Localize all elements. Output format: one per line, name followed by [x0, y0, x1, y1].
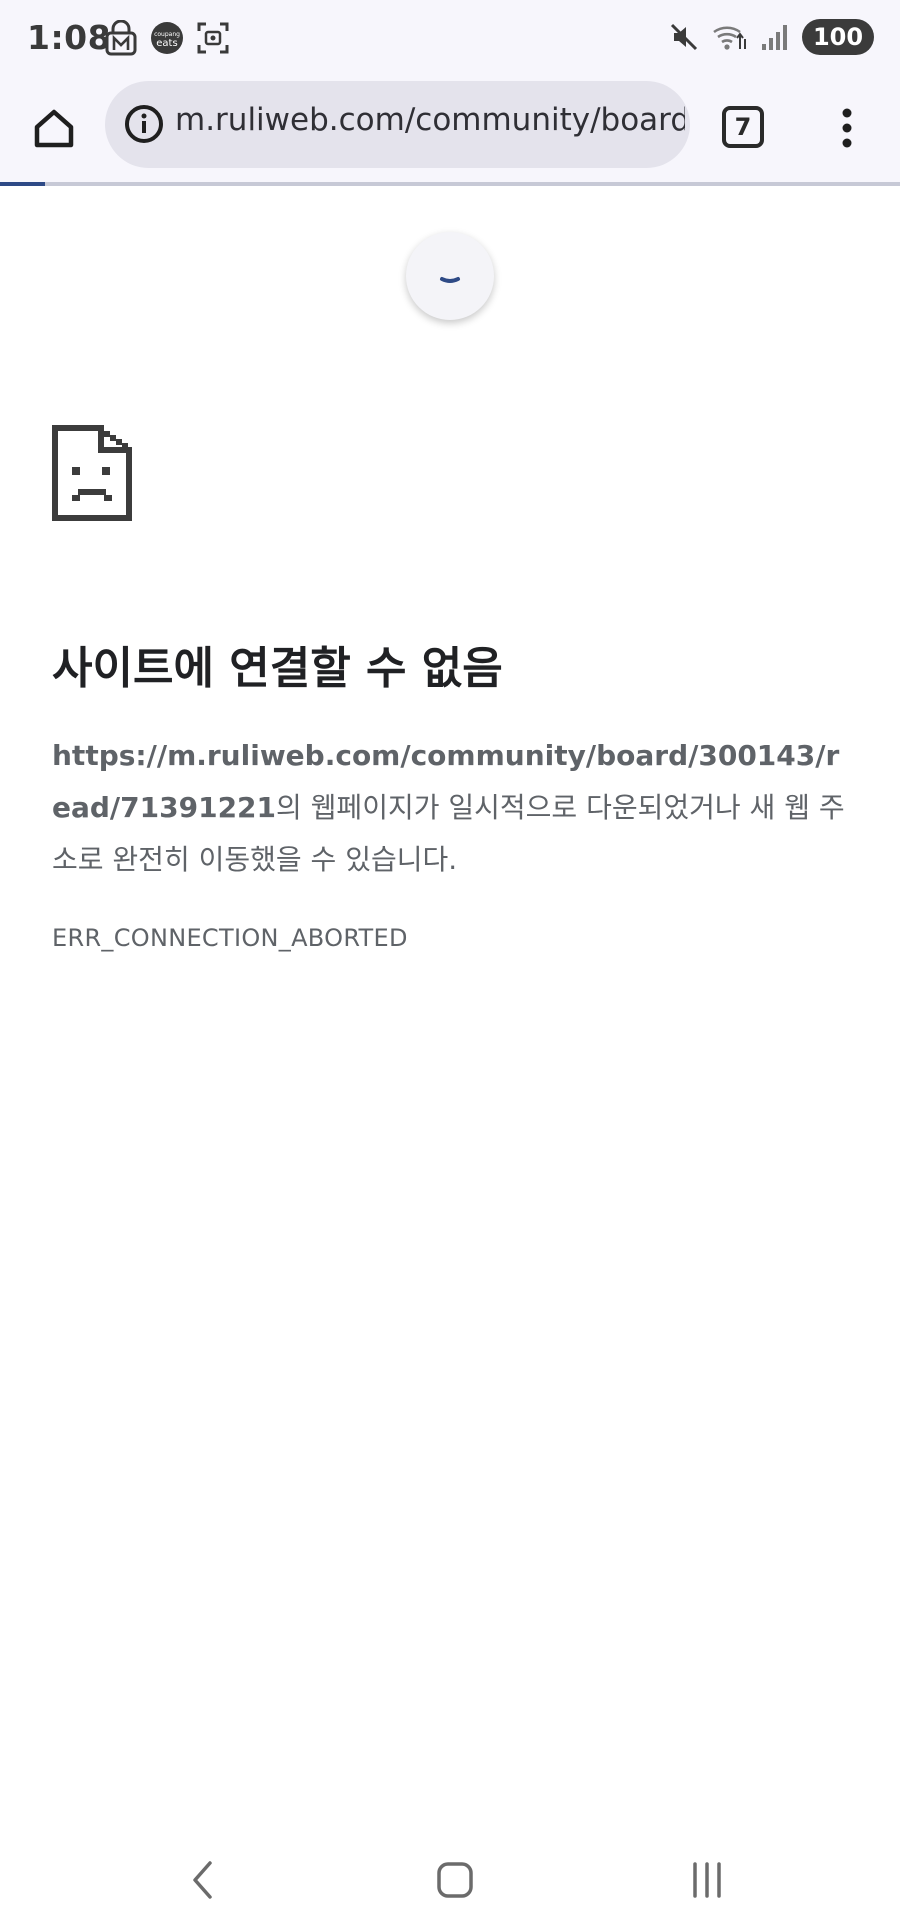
tab-count: 7	[722, 106, 764, 148]
wifi-icon	[713, 26, 746, 50]
status-bar: 1:08 coupang eats 100	[0, 0, 900, 78]
system-navigation-bar	[0, 1830, 900, 1930]
error-description: https://m.ruliweb.com/community/board/30…	[52, 730, 852, 886]
back-button[interactable]	[168, 1852, 238, 1908]
page-load-progress	[0, 182, 900, 186]
signal-icon	[762, 25, 787, 50]
coupang-eats-icon: coupang eats	[151, 22, 183, 54]
back-icon	[193, 1861, 212, 1899]
battery-indicator: 100	[802, 19, 874, 55]
screen: 1:08 coupang eats 100 m.ruliweb.com/comm…	[0, 0, 900, 1930]
error-title: 사이트에 연결할 수 없음	[52, 643, 503, 694]
svg-text:eats: eats	[156, 38, 177, 49]
home-square-icon	[437, 1862, 473, 1898]
more-menu-button[interactable]	[822, 98, 872, 158]
page-load-progress-fill	[0, 182, 45, 186]
error-code: ERR_CONNECTION_ABORTED	[52, 924, 408, 952]
browser-toolbar: m.ruliweb.com/community/board/300143/rea…	[0, 78, 900, 184]
lock-m-icon	[105, 20, 137, 56]
home-icon	[34, 109, 74, 148]
status-notification-icons: coupang eats	[104, 20, 230, 56]
url-text[interactable]: m.ruliweb.com/community/board/300143/rea…	[175, 102, 685, 138]
sad-page-icon	[52, 425, 132, 521]
refresh-spinner	[406, 232, 494, 320]
status-system-icons: 100	[668, 19, 874, 55]
address-bar[interactable]: m.ruliweb.com/community/board/300143/rea…	[105, 81, 690, 168]
site-info-button[interactable]	[121, 101, 167, 147]
recents-button[interactable]	[672, 1852, 742, 1908]
recents-icon	[693, 1862, 721, 1898]
mute-icon	[670, 23, 698, 51]
screenshot-icon	[197, 22, 229, 54]
spinner-icon	[440, 277, 460, 283]
home-button[interactable]	[26, 100, 82, 156]
status-time: 1:08	[27, 18, 112, 57]
more-vert-icon	[842, 108, 852, 148]
tab-switcher-button[interactable]: 7	[718, 102, 768, 152]
home-nav-button[interactable]	[420, 1852, 490, 1908]
info-icon	[125, 105, 163, 143]
svg-text:coupang: coupang	[154, 31, 180, 38]
